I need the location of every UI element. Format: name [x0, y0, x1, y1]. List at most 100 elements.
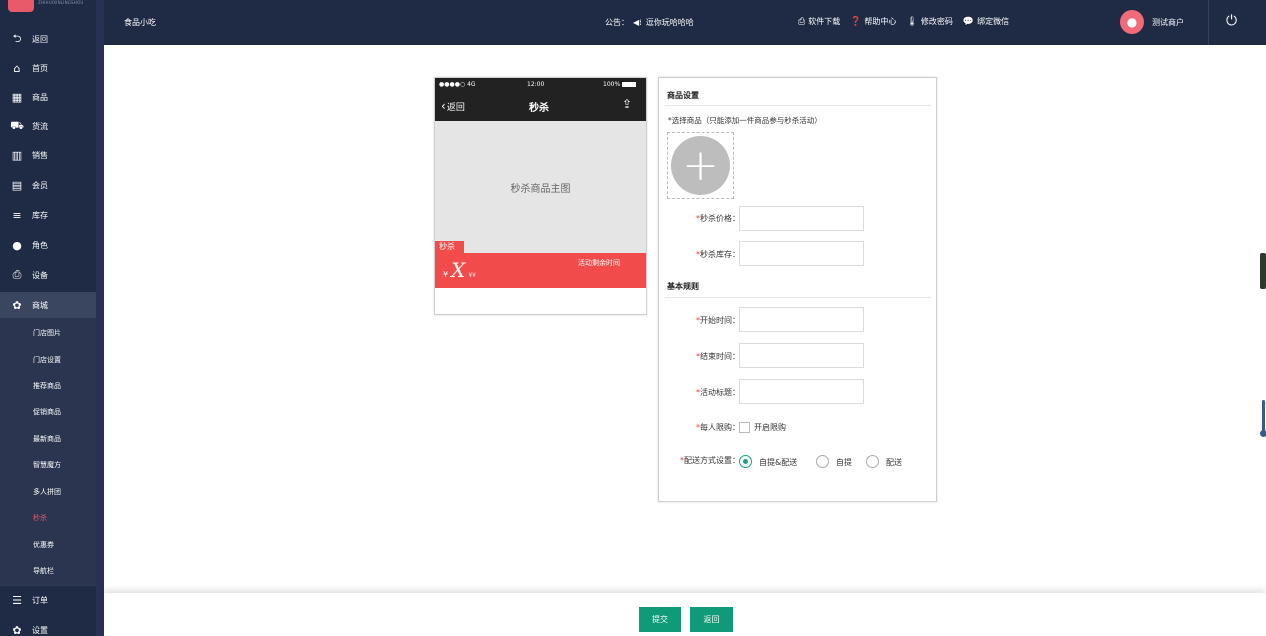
sidebar-scrollbar[interactable] [96, 0, 104, 636]
bottom-action-bar [104, 593, 1266, 636]
price-label-text: 秒杀价格： [700, 214, 740, 223]
submenu-item-group-buy[interactable]: 多人拼团 [0, 479, 96, 505]
sidebar-item-devices[interactable]: ⎙ 设备 [0, 262, 96, 288]
help-center-link[interactable]: ❓ 帮助中心 [850, 16, 896, 27]
enable-limit-checkbox[interactable] [739, 422, 750, 433]
delivery-option-label[interactable]: 自提 [836, 457, 852, 468]
battery-icon [622, 82, 637, 87]
submenu-item-promotions[interactable]: 促销商品 [0, 399, 96, 425]
download-icon: ⎙ [798, 16, 806, 27]
printer-icon: ⎙ [12, 268, 22, 281]
sidebar-item-label: 设备 [32, 270, 48, 280]
sidebar-item-back[interactable]: ⮌ 返回 [0, 26, 96, 52]
section-title-rules: 基本规则 [667, 282, 699, 291]
start-time-label-text: 开始时间： [700, 316, 740, 325]
question-icon: ❓ [850, 16, 862, 27]
bind-wechat-link[interactable]: 💬 绑定微信 [963, 16, 1009, 27]
sidebar: ZHIHUIXINLINGSHOU ⮌ 返回 ⌂ 首页 ▦ 商品 ⛟ 货流 ▥ … [0, 0, 104, 636]
sidebar-item-products[interactable]: ▦ 商品 [0, 84, 96, 110]
topbar: 食品小吃 公告： ◀⁞ 逗你玩哈哈哈 ⎙ 软件下载 ❓ 帮助中心 🌡 修改密码 💬 绑定… [104, 0, 1266, 45]
delivery-option-label[interactable]: 配送 [886, 457, 902, 468]
phone-back-button: ‹ 返回 [441, 99, 465, 113]
submenu-item-flash-sale[interactable]: 秒杀 [0, 505, 96, 531]
flash-sale-tag: 秒杀 [435, 241, 464, 253]
flash-stock-input[interactable] [739, 241, 864, 266]
battery-indicator: 100% [603, 81, 637, 88]
end-time-label: *结束时间： [696, 352, 740, 361]
enable-limit-label[interactable]: 开启限购 [754, 422, 786, 433]
flash-price-input[interactable] [739, 206, 864, 231]
chevron-left-icon: ‹ [441, 99, 446, 113]
share-icon: ⇪ [622, 97, 633, 111]
delivery-radio-pickup-and-delivery[interactable] [739, 455, 752, 468]
store-name: 食品小吃 [124, 18, 156, 27]
submenu-item-newest[interactable]: 最新商品 [0, 426, 96, 452]
sidebar-item-label: 设置 [32, 625, 48, 635]
back-button[interactable]: 返回 [690, 607, 733, 632]
change-password-link[interactable]: 🌡 修改密码 [906, 16, 952, 27]
submit-button[interactable]: 提交 [639, 607, 681, 632]
sidebar-item-settings[interactable]: ✿ 设置 [0, 617, 96, 636]
submenu-item-recommended[interactable]: 推荐商品 [0, 373, 96, 399]
sidebar-item-label: 订单 [32, 595, 48, 605]
submenu-item-magic-cube[interactable]: 智慧魔方 [0, 452, 96, 478]
sidebar-item-label: 商城 [32, 300, 48, 310]
sidebar-item-logistics[interactable]: ⛟ 货流 [0, 113, 96, 139]
start-time-input[interactable] [739, 307, 864, 332]
sidebar-item-mall[interactable]: ✿ 商城 [0, 292, 96, 318]
submenu-item-coupons[interactable]: 优惠券 [0, 532, 96, 558]
stock-label: *秒杀库存： [696, 250, 740, 259]
announcement: 公告： ◀⁞ 逗你玩哈哈哈 [605, 17, 694, 28]
phone-preview: ●●●●○ 4G 12:00 100% ‹ 返回 秒杀 ⇪ 秒杀商品主图 秒杀 ¥… [434, 77, 647, 315]
sidebar-item-label: 商品 [32, 92, 48, 102]
phone-title: 秒杀 [529, 103, 549, 114]
side-widget[interactable] [1260, 253, 1266, 289]
logo-badge [8, 0, 34, 12]
submenu-item-navbar[interactable]: 导航栏 [0, 558, 96, 584]
settings-icon: ✿ [12, 623, 22, 636]
sidebar-item-orders[interactable]: ☰ 订单 [0, 587, 96, 613]
limit-label-text: 每人限购： [700, 423, 740, 432]
delivery-radio-pickup[interactable] [816, 455, 829, 468]
sidebar-item-sales[interactable]: ▥ 销售 [0, 142, 96, 168]
list-icon: ☰ [12, 593, 22, 607]
start-time-label: *开始时间： [696, 316, 740, 325]
delivery-label-text: 配送方式设置： [684, 456, 740, 465]
logo-subtitle: ZHIHUIXINLINGSHOU [38, 0, 84, 5]
software-download-link[interactable]: ⎙ 软件下载 [798, 16, 840, 27]
sidebar-item-members[interactable]: ▤ 会员 [0, 172, 96, 198]
submenu-item-store-settings[interactable]: 门店设置 [0, 347, 96, 373]
phone-back-label: 返回 [446, 102, 465, 113]
activity-title-label-text: 活动标题： [700, 388, 740, 397]
user-menu[interactable]: ● 测试商户 [1120, 10, 1184, 34]
sale-price: X [451, 258, 466, 282]
price-label: *秒杀价格： [696, 214, 740, 223]
delivery-radio-delivery[interactable] [866, 455, 879, 468]
add-product-button[interactable]: + [667, 132, 734, 199]
section-title-product: 商品设置 [667, 91, 699, 100]
sidebar-item-home[interactable]: ⌂ 首页 [0, 55, 96, 81]
back-arrow-icon: ⮌ [12, 31, 22, 45]
wechat-icon: 💬 [962, 16, 975, 27]
sidebar-item-label: 首页 [32, 63, 48, 73]
submenu-item-store-images[interactable]: 门店图片 [0, 320, 96, 346]
activity-title-input[interactable] [739, 379, 864, 404]
delivery-option-label[interactable]: 自提&配送 [759, 457, 797, 468]
top-links: ⎙ 软件下载 ❓ 帮助中心 🌡 修改密码 💬 绑定微信 [798, 16, 1019, 27]
gear-icon: ✿ [12, 298, 22, 312]
main-image-placeholder: 秒杀商品主图 [435, 121, 646, 253]
sidebar-item-label: 销售 [32, 150, 48, 160]
end-time-input[interactable] [739, 343, 864, 368]
section-divider [665, 105, 931, 106]
side-thermometer-widget[interactable] [1260, 400, 1266, 437]
power-icon[interactable]: ⏻ [1226, 13, 1237, 29]
announcement-text[interactable]: 逗你玩哈哈哈 [646, 17, 694, 28]
select-product-hint: *选择商品（只能添加一件商品参与秒杀活动） [668, 116, 822, 125]
sidebar-item-inventory[interactable]: ≡ 库存 [0, 202, 96, 228]
plus-icon: + [671, 136, 730, 195]
sidebar-item-roles[interactable]: ● 角色 [0, 232, 96, 258]
stock-label-text: 秒杀库存： [700, 250, 740, 259]
grid-icon: ▦ [11, 90, 23, 104]
price-bar: ¥ X ¥¥ 活动剩余时间 [435, 253, 646, 288]
announcement-label: 公告： [605, 18, 629, 27]
